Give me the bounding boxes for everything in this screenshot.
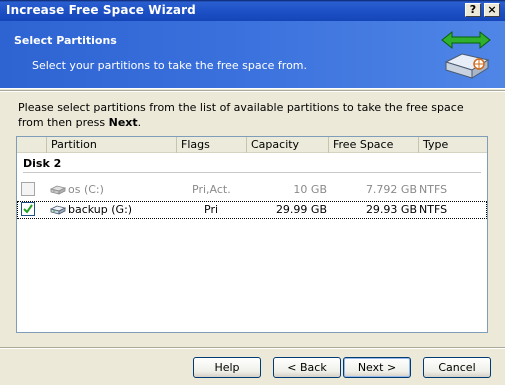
instruction-text: Please select partitions from the list o… <box>18 101 464 129</box>
instruction-bold: Next <box>108 116 138 129</box>
column-header: Partition Flags Capacity Free Space Type <box>17 137 487 153</box>
partition-free-space: 7.792 GB <box>365 183 417 196</box>
column-type[interactable]: Type <box>419 137 487 153</box>
help-button[interactable]: Help <box>193 357 261 378</box>
partition-flags: Pri <box>204 203 219 216</box>
checkmark-icon <box>23 204 33 214</box>
partition-name: os (C:) <box>68 183 104 196</box>
header-title: Select Partitions <box>14 34 117 47</box>
partition-name: backup (G:) <box>68 203 133 216</box>
column-free-space[interactable]: Free Space <box>329 137 419 153</box>
header-subtitle: Select your partitions to take the free … <box>32 59 308 72</box>
column-partition[interactable]: Partition <box>47 137 177 153</box>
help-title-button[interactable]: ? <box>465 3 481 17</box>
group-divider <box>23 172 481 173</box>
partition-capacity: 10 GB <box>293 183 327 196</box>
wizard-header: Select Partitions Select your partitions… <box>0 21 505 89</box>
partition-checkbox-os[interactable] <box>21 182 35 196</box>
partition-type: NTFS <box>419 203 448 216</box>
partition-row-backup[interactable]: backup (G:) Pri 29.99 GB 29.93 GB NTFS <box>17 201 487 219</box>
partition-row-os[interactable]: os (C:) Pri,Act. 10 GB 7.792 GB NTFS <box>17 181 487 199</box>
window-title-bar[interactable]: Increase Free Space Wizard ? × <box>0 0 505 21</box>
partition-type: NTFS <box>419 183 448 196</box>
column-flags[interactable]: Flags <box>177 137 247 153</box>
cancel-button[interactable]: Cancel <box>423 357 491 378</box>
drive-arrows-icon <box>441 30 491 79</box>
partition-checkbox-backup[interactable] <box>21 202 35 216</box>
column-capacity[interactable]: Capacity <box>247 137 329 153</box>
partition-list[interactable]: Partition Flags Capacity Free Space Type… <box>16 136 488 333</box>
partition-free-space: 29.93 GB <box>365 203 417 216</box>
next-button[interactable]: Next > <box>343 357 411 378</box>
header-separator <box>0 90 505 92</box>
back-button[interactable]: < Back <box>273 357 341 378</box>
hard-drive-icon <box>50 185 66 195</box>
partition-capacity: 29.99 GB <box>275 203 327 216</box>
disk-group-label: Disk 2 <box>23 157 62 170</box>
hard-drive-icon <box>50 205 66 215</box>
column-checkbox[interactable] <box>17 137 47 153</box>
footer-separator <box>0 347 505 349</box>
partition-flags: Pri,Act. <box>192 183 231 196</box>
close-button[interactable]: × <box>484 3 500 17</box>
window-title: Increase Free Space Wizard <box>6 3 196 17</box>
